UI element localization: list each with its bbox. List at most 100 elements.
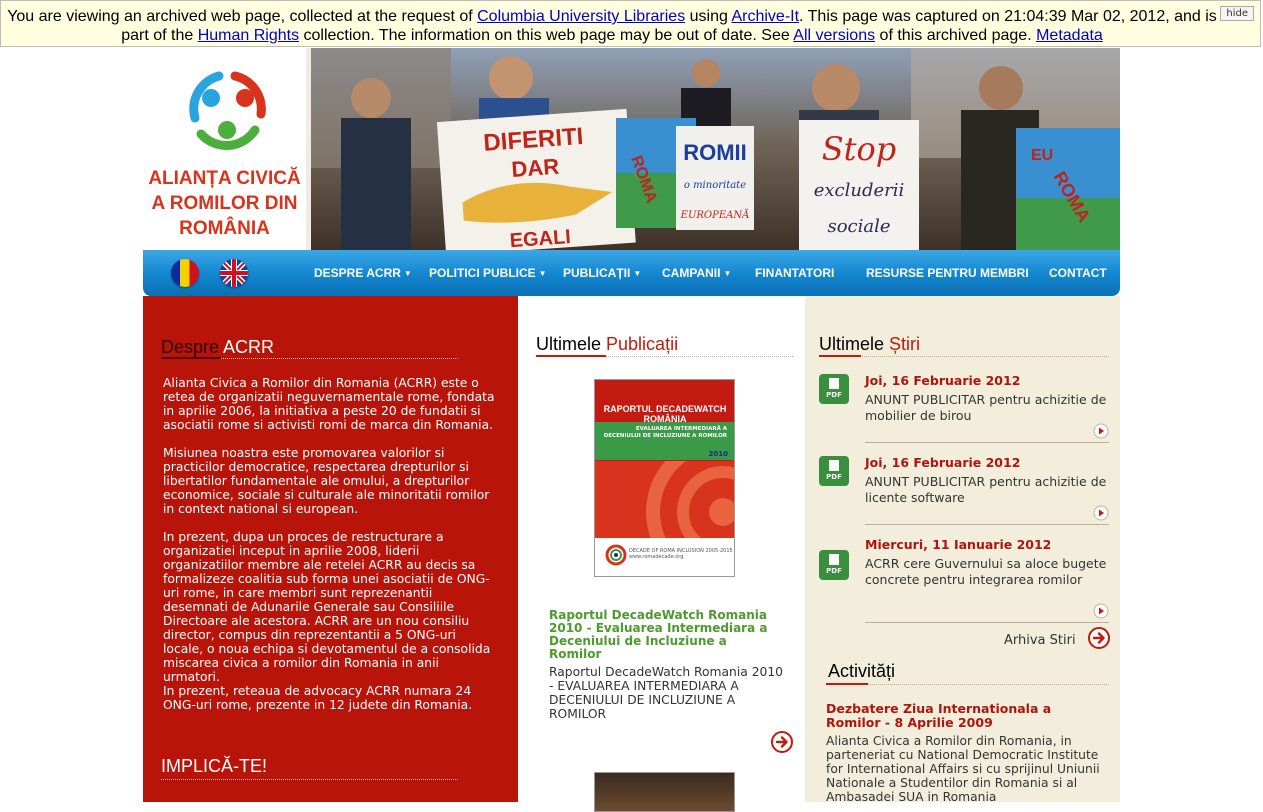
nav-resurse-membri[interactable]: RESURSE PENTRU MEMBRI (866, 266, 1029, 280)
divider (819, 355, 1109, 357)
title-word: Ultimele (819, 334, 885, 354)
nav-label: CAMPANII (662, 266, 721, 280)
news-date-link[interactable]: Joi, 16 Februarie 2012 (865, 456, 1020, 470)
sign-text: ROMII (683, 140, 747, 165)
archive-text: collection. The information on this web … (299, 27, 794, 44)
logo-line: ALIANȚA CIVICĂ (148, 168, 301, 189)
chevron-down-icon: ▼ (538, 269, 547, 278)
chevron-down-icon: ▼ (633, 269, 642, 278)
pdf-label: PDF (826, 473, 842, 481)
divider (161, 357, 458, 359)
play-icon[interactable] (1093, 505, 1109, 521)
chevron-down-icon: ▼ (403, 269, 412, 278)
pdf-icon[interactable]: PDF (819, 456, 849, 486)
metadata-link[interactable]: Metadata (1036, 27, 1103, 44)
main-nav: DESPRE ACRR ▼ POLITICI PUBLICE ▼ PUBLICAȚI… (143, 250, 1120, 296)
collection-link[interactable]: Human Rights (198, 27, 299, 44)
nav-contact[interactable]: CONTACT (1049, 266, 1107, 280)
news-text: ANUNT PUBLICITAR pentru achizitie de lic… (865, 474, 1107, 505)
activity-title-link[interactable]: Dezbatere Ziua Internationala a Romilor … (826, 702, 1109, 730)
logo-circle-icon (189, 71, 266, 150)
play-icon[interactable] (1093, 603, 1109, 619)
archive-banner: You are viewing an archived web page, co… (0, 0, 1261, 47)
all-versions-link[interactable]: All versions (793, 27, 875, 44)
archive-text: You are viewing an archived web page, co… (7, 8, 478, 25)
archive-text: using (685, 8, 732, 25)
play-icon[interactable] (1093, 423, 1109, 439)
uk-flag-icon[interactable] (220, 259, 248, 287)
stiri-title: Ultimele Știri (819, 333, 920, 355)
divider (536, 355, 793, 357)
cover-year: 2010 (708, 450, 728, 458)
title-word: Ultimele (536, 334, 602, 354)
cover-title: RAPORTUL DECADEWATCH ROMÂNIA (603, 404, 727, 424)
pdf-label: PDF (826, 391, 842, 399)
logo-text: ALIANȚA CIVICĂ A ROMILOR DIN ROMÂNIA (143, 166, 306, 241)
despre-text: Alianta Civica a Romilor din Romania (AC… (163, 376, 495, 726)
logo-line: ROMÂNIA (179, 218, 270, 239)
divider (865, 442, 1109, 443)
arrow-right-icon[interactable] (1088, 627, 1110, 649)
decade-logo-icon (605, 544, 627, 566)
nav-despre-acrr[interactable]: DESPRE ACRR ▼ (314, 266, 412, 280)
archive-text: of this archived page. (875, 27, 1037, 44)
paragraph: In prezent, reteaua de advocacy ACRR num… (163, 684, 473, 712)
nav-label: DESPRE ACRR (314, 266, 401, 280)
publication-cover[interactable] (594, 772, 735, 812)
chevron-down-icon: ▼ (723, 269, 732, 278)
nav-politici-publice[interactable]: POLITICI PUBLICE ▼ (429, 266, 547, 280)
divider (161, 779, 458, 780)
sign-text: DAR (511, 154, 560, 182)
implica-title[interactable]: IMPLICĂ-TE! (161, 755, 267, 777)
sign-text: sociale (827, 216, 890, 237)
paragraph: Misiunea noastra este promovarea valoril… (163, 446, 490, 516)
logo-line: A ROMILOR DIN (151, 193, 298, 214)
columbia-link[interactable]: Columbia University Libraries (477, 8, 685, 25)
publicatii-title: Ultimele Publicații (536, 333, 678, 355)
activitati-title: Activități (828, 661, 896, 681)
ro-flag-icon[interactable] (171, 259, 199, 287)
divider (826, 683, 1109, 685)
paragraph: Alianta Civica a Romilor din Romania (AC… (163, 376, 495, 432)
hide-banner-button[interactable]: hide (1220, 6, 1254, 21)
divider (865, 524, 1109, 525)
cover-footer: DECADE OF ROMA INCLUSION 2005-2015 www.r… (595, 538, 734, 576)
nav-publicatii[interactable]: PUBLICAȚII ▼ (563, 266, 641, 280)
publication-description: Raportul DecadeWatch Romania 2010 - EVAL… (549, 665, 784, 721)
nav-finantatori[interactable]: FINANTATORI (755, 266, 834, 280)
sign-text: EGALI (509, 226, 572, 250)
pdf-label: PDF (826, 567, 842, 575)
news-date-link[interactable]: Miercuri, 11 Ianuarie 2012 (865, 538, 1051, 552)
publicatii-column: Ultimele Publicații RAPORTUL DECADEWATCH… (518, 296, 805, 812)
logo[interactable]: ALIANȚA CIVICĂ A ROMILOR DIN ROMÂNIA (143, 48, 312, 250)
despre-column: Despre ACRR Alianta Civica a Romilor din… (143, 296, 518, 802)
divider (865, 622, 1109, 623)
archive-it-link[interactable]: Archive-It (731, 8, 799, 25)
nav-label: FINANTATORI (755, 266, 835, 280)
paragraph: In prezent, dupa un proces de restructur… (163, 530, 491, 684)
archiva-stiri-link[interactable]: Arhiva Stiri (1004, 633, 1076, 648)
title-word: Publicații (606, 334, 679, 354)
cover-subtitle: EVALUAREA INTERMEDIARĂ A DECENIULUI DE I… (603, 426, 727, 439)
news-text: ANUNT PUBLICITAR pentru achizitie de mob… (865, 392, 1107, 423)
publication-cover[interactable]: RAPORTUL DECADEWATCH ROMÂNIA EVALUAREA I… (594, 379, 735, 577)
news-date-link[interactable]: Joi, 16 Februarie 2012 (865, 374, 1020, 388)
nav-label: RESURSE PENTRU MEMBRI (866, 266, 1029, 280)
nav-label: POLITICI PUBLICE (429, 266, 536, 280)
nav-campanii[interactable]: CAMPANII ▼ (662, 266, 731, 280)
archive-notice: You are viewing an archived web page, co… (7, 7, 1217, 45)
activity-description: Alianta Civica a Romilor din Romania, in… (826, 734, 1100, 804)
title-word: ACRR (223, 337, 275, 357)
pdf-icon[interactable]: PDF (819, 550, 849, 580)
nav-label: PUBLICAȚII (563, 266, 631, 280)
arrow-right-icon[interactable] (771, 731, 793, 753)
publication-title-link[interactable]: Raportul DecadeWatch Romania 2010 - Eval… (549, 609, 779, 661)
stiri-column: Ultimele Știri PDF Joi, 16 Februarie 201… (805, 296, 1120, 804)
cover-footer-text: DECADE OF ROMA INCLUSION 2005-2015 www.r… (629, 548, 733, 560)
nav-label: CONTACT (1049, 266, 1107, 280)
despre-title: Despre ACRR (161, 336, 274, 358)
title-word: Despre (161, 337, 220, 357)
sign-text: o minoritate (684, 180, 746, 191)
pdf-icon[interactable]: PDF (819, 374, 849, 404)
hero-photo: DIFERITI DAR EGALI ROMA ROMII o minorita… (311, 48, 1120, 250)
